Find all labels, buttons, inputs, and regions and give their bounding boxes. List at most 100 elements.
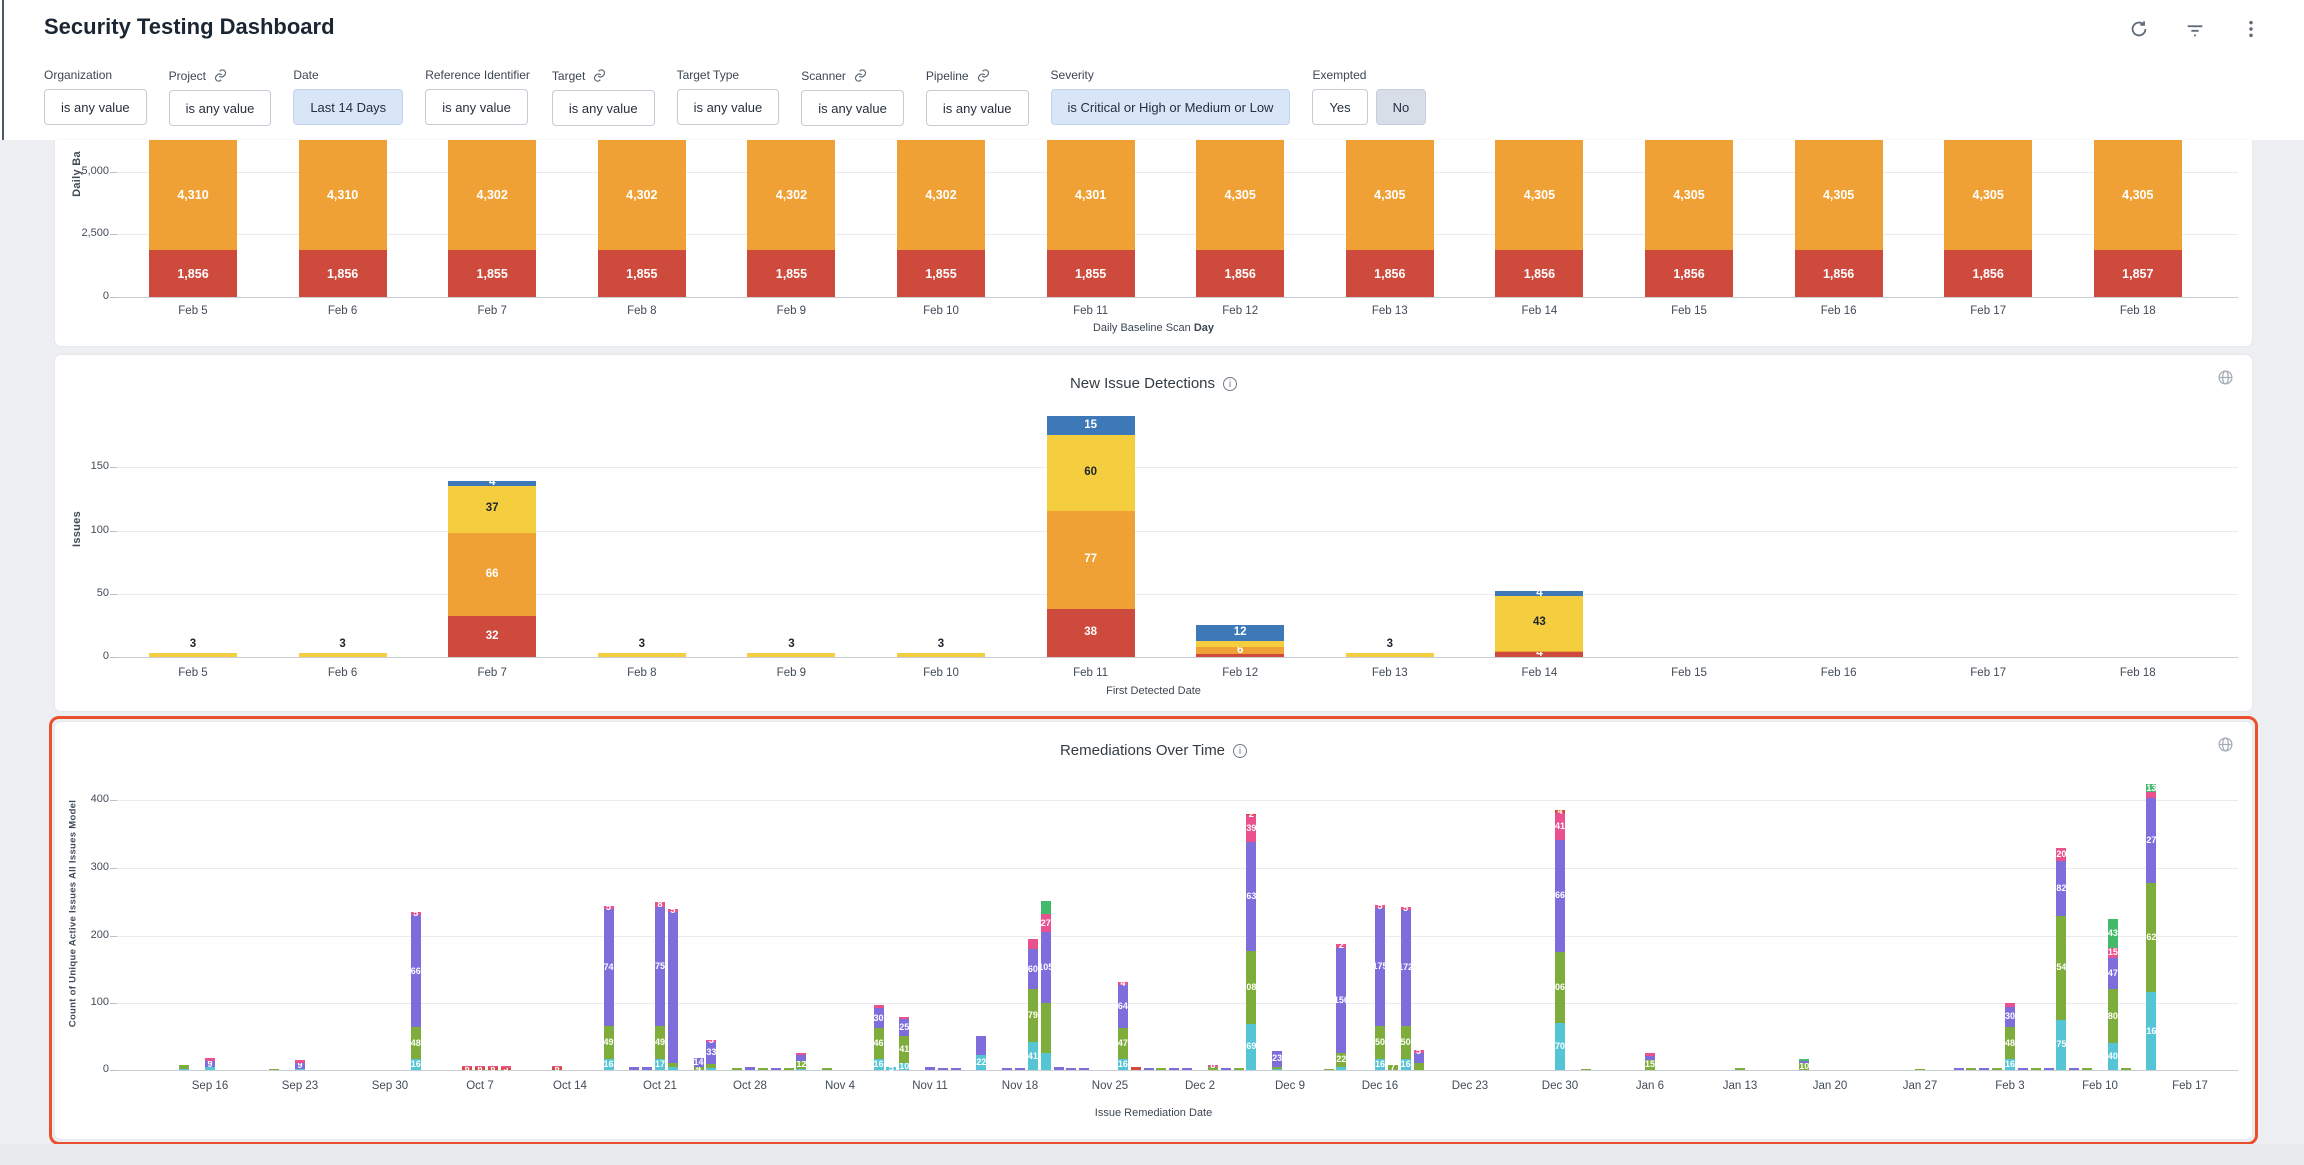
- bar-segment[interactable]: [1028, 1042, 1038, 1070]
- bar-segment[interactable]: [899, 1036, 909, 1064]
- filter-icon[interactable]: [2184, 18, 2206, 40]
- bar-segment-red[interactable]: [1645, 250, 1733, 297]
- bar-segment[interactable]: [1208, 1065, 1218, 1067]
- bar-segment-orange[interactable]: [149, 140, 237, 250]
- bar-segment[interactable]: [1336, 944, 1346, 948]
- bar-segment[interactable]: [205, 1061, 215, 1067]
- bar-segment-orange[interactable]: [747, 140, 835, 250]
- bar-segment[interactable]: [2069, 1068, 2079, 1070]
- bar-segment[interactable]: [1246, 842, 1256, 952]
- bar-segment[interactable]: [655, 1026, 665, 1059]
- bar-segment[interactable]: [1992, 1068, 2002, 1070]
- bar-segment[interactable]: [1041, 901, 1051, 914]
- bar-segment[interactable]: [1028, 949, 1038, 989]
- filter-value-button[interactable]: is any value: [926, 90, 1029, 126]
- bar-segment[interactable]: [1979, 1068, 1989, 1070]
- bar-segment-medium[interactable]: [1495, 596, 1583, 650]
- filter-value-button[interactable]: is any value: [425, 89, 528, 125]
- filter-value-button[interactable]: is any value: [552, 90, 655, 126]
- bar-segment[interactable]: [1799, 1059, 1809, 1061]
- bar-segment-red[interactable]: [1346, 250, 1434, 297]
- bar-segment-orange[interactable]: [1795, 140, 1883, 250]
- bar-segment[interactable]: [1401, 907, 1411, 910]
- bar-segment[interactable]: [1414, 1053, 1424, 1063]
- bar-segment[interactable]: [1336, 1067, 1346, 1070]
- bar-segment[interactable]: [1799, 1061, 1809, 1063]
- bar-segment[interactable]: [1555, 810, 1565, 813]
- bar-segment[interactable]: [2056, 848, 2066, 861]
- bar-segment[interactable]: [1324, 1069, 1334, 1071]
- bar-segment-medium[interactable]: [1196, 641, 1284, 647]
- bar-segment[interactable]: [668, 1063, 678, 1067]
- bar-segment[interactable]: [295, 1069, 305, 1071]
- bar-segment-medium[interactable]: [897, 653, 985, 657]
- globe-icon[interactable]: [2217, 736, 2234, 753]
- bar-segment-red[interactable]: [1795, 250, 1883, 297]
- bar-segment[interactable]: [1555, 1023, 1565, 1070]
- bar-segment[interactable]: [1208, 1067, 1218, 1070]
- bar-segment[interactable]: [2146, 784, 2156, 793]
- bar-segment[interactable]: [1735, 1068, 1745, 1070]
- kebab-menu-icon[interactable]: [2240, 18, 2262, 40]
- bar-segment[interactable]: [604, 906, 614, 909]
- bar-segment[interactable]: [2005, 1059, 2015, 1070]
- bar-segment-medium[interactable]: [1346, 653, 1434, 657]
- bar-segment[interactable]: [2146, 792, 2156, 797]
- bar-segment[interactable]: [1041, 1053, 1051, 1070]
- bar-segment[interactable]: [1041, 1003, 1051, 1053]
- bar-segment-red[interactable]: [1047, 250, 1135, 297]
- bar-segment[interactable]: [462, 1067, 472, 1070]
- info-icon[interactable]: i: [1233, 744, 1247, 758]
- bar-segment[interactable]: [1954, 1068, 1964, 1070]
- bar-segment[interactable]: [1336, 1053, 1346, 1068]
- bar-segment[interactable]: [771, 1068, 781, 1070]
- bar-segment[interactable]: [179, 1065, 189, 1069]
- bar-segment-medium[interactable]: [149, 653, 237, 657]
- filter-value-button[interactable]: No: [1376, 89, 1427, 125]
- bar-segment[interactable]: [1169, 1068, 1179, 1070]
- bar-segment[interactable]: [668, 909, 678, 912]
- bar-segment-low[interactable]: [1047, 416, 1135, 435]
- bar-segment[interactable]: [1246, 815, 1256, 841]
- bar-segment[interactable]: [2056, 861, 2066, 916]
- bar-segment[interactable]: [1054, 1067, 1064, 1070]
- bar-segment[interactable]: [1375, 1059, 1385, 1070]
- bar-segment[interactable]: [488, 1066, 498, 1068]
- bar-segment[interactable]: [475, 1066, 485, 1068]
- bar-segment[interactable]: [1401, 1026, 1411, 1060]
- bar-segment-red[interactable]: [1495, 250, 1583, 297]
- horizontal-scrollbar-track[interactable]: [0, 1144, 2304, 1165]
- bar-segment[interactable]: [1246, 951, 1256, 1024]
- bar-segment[interactable]: [1221, 1068, 1231, 1070]
- bar-segment[interactable]: [976, 1055, 986, 1070]
- bar-segment[interactable]: [269, 1069, 279, 1071]
- bar-segment[interactable]: [1118, 1028, 1128, 1060]
- bar-segment[interactable]: [1414, 1063, 1424, 1070]
- refresh-icon[interactable]: [2128, 18, 2150, 40]
- bar-segment-high[interactable]: [448, 533, 536, 617]
- bar-segment[interactable]: [1246, 814, 1256, 816]
- bar-segment[interactable]: [1336, 948, 1346, 1053]
- bar-segment[interactable]: [1079, 1068, 1089, 1070]
- bar-segment[interactable]: [1118, 1059, 1128, 1070]
- bar-segment[interactable]: [1144, 1068, 1154, 1070]
- bar-segment[interactable]: [501, 1068, 511, 1070]
- bar-segment[interactable]: [874, 1005, 884, 1008]
- bar-segment-high[interactable]: [1495, 651, 1583, 652]
- bar-segment[interactable]: [1028, 939, 1038, 949]
- bar-segment[interactable]: [938, 1068, 948, 1070]
- bar-segment[interactable]: [694, 1067, 704, 1070]
- bar-segment[interactable]: [668, 912, 678, 1063]
- bar-segment[interactable]: [411, 1059, 421, 1070]
- bar-segment-medium[interactable]: [747, 653, 835, 657]
- filter-value-button[interactable]: is Critical or High or Medium or Low: [1051, 89, 1291, 125]
- bar-segment[interactable]: [2108, 1043, 2118, 1070]
- bar-segment-red[interactable]: [1196, 250, 1284, 297]
- filter-value-button[interactable]: is any value: [677, 89, 780, 125]
- filter-value-button[interactable]: is any value: [169, 90, 272, 126]
- bar-segment[interactable]: [784, 1068, 794, 1070]
- bar-segment[interactable]: [1118, 982, 1128, 985]
- bar-segment[interactable]: [1041, 932, 1051, 1003]
- bar-segment[interactable]: [1272, 1051, 1282, 1066]
- bar-segment[interactable]: [2056, 916, 2066, 1019]
